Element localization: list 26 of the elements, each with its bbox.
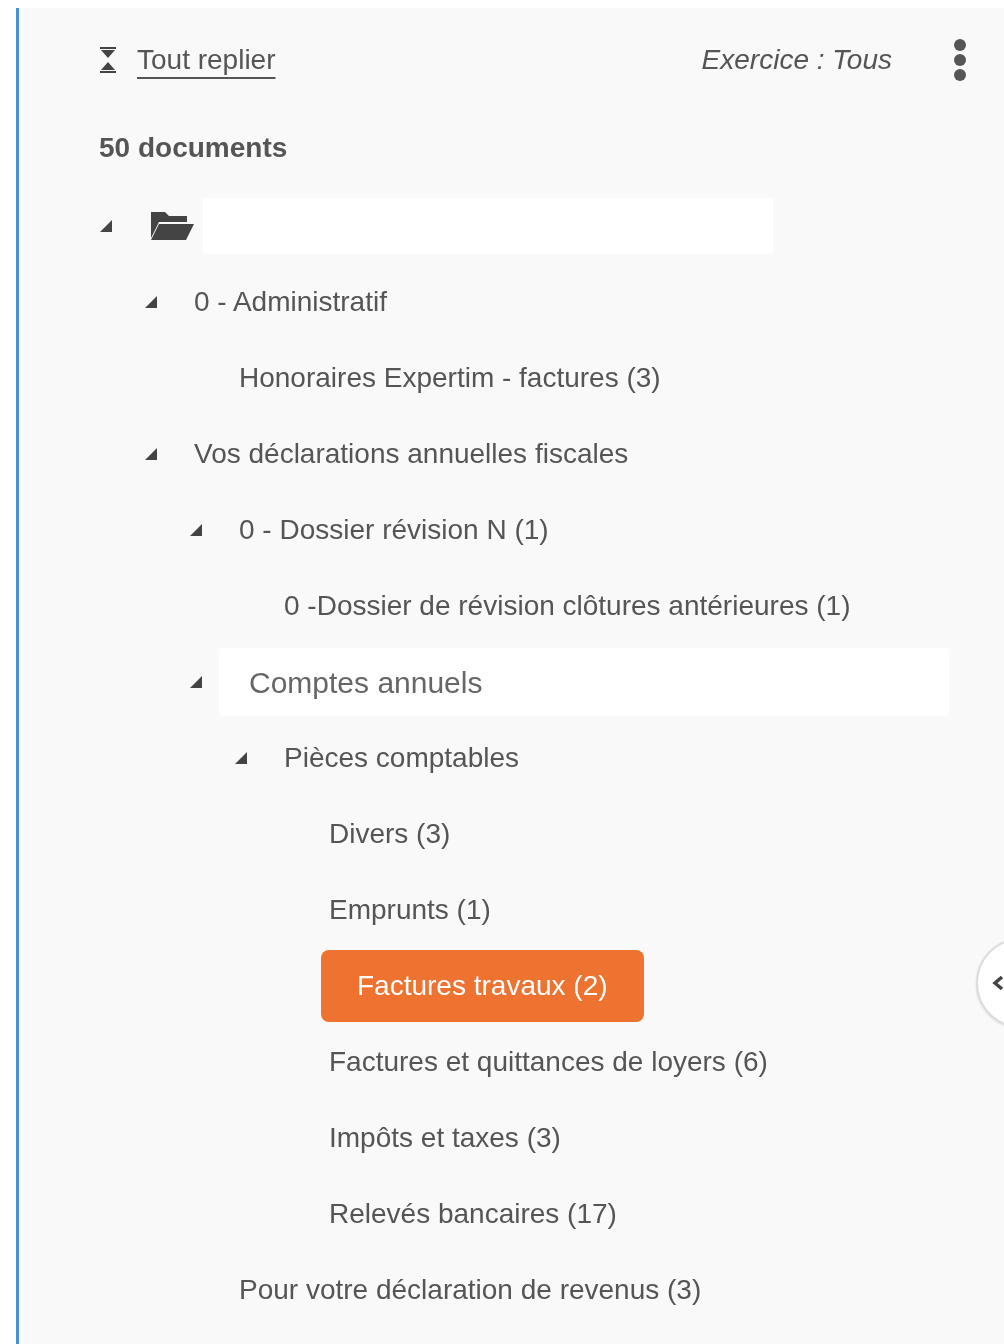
tree-item[interactable]: Divers (3) <box>329 813 451 855</box>
tree-item[interactable]: Vos déclarations annuelles fiscales <box>194 433 629 475</box>
fiscal-year-filter[interactable]: Exercice : Tous <box>701 39 892 81</box>
tree-item[interactable]: Honoraires Expertim - factures (3) <box>239 357 661 399</box>
tree-item[interactable]: 0 - Administratif <box>194 281 387 323</box>
folder-icon <box>149 210 195 242</box>
expanded-triangle-icon[interactable] <box>234 751 248 765</box>
document-count: 50 documents <box>99 131 289 165</box>
collapse-all-icon[interactable] <box>99 46 117 74</box>
tree-item[interactable]: Relevés bancaires (17) <box>329 1193 617 1235</box>
tree-item[interactable]: Pour votre déclaration de revenus (3) <box>239 1269 702 1311</box>
collapse-all-link[interactable]: Tout replier <box>137 39 276 81</box>
expanded-triangle-icon[interactable] <box>189 523 203 537</box>
tree-item[interactable]: Factures et quittances de loyers (6) <box>329 1041 768 1083</box>
chevron-left-icon <box>992 975 1004 991</box>
tree-item[interactable]: Pièces comptables <box>284 737 519 779</box>
tree-item[interactable]: Comptes annuels <box>219 648 949 716</box>
more-options-icon[interactable] <box>952 38 968 82</box>
expanded-triangle-icon[interactable] <box>189 675 203 689</box>
tree-item[interactable]: Impôts et taxes (3) <box>329 1117 561 1159</box>
expanded-triangle-icon[interactable] <box>144 295 158 309</box>
expanded-triangle-icon[interactable] <box>99 219 113 233</box>
tree-item[interactable]: 0 - Dossier révision N (1) <box>239 509 549 551</box>
tree-item[interactable]: 0 -Dossier de révision clôtures antérieures (1) <box>284 585 851 627</box>
expanded-triangle-icon[interactable] <box>144 447 158 461</box>
tree-item[interactable]: Emprunts (1) <box>329 889 491 931</box>
